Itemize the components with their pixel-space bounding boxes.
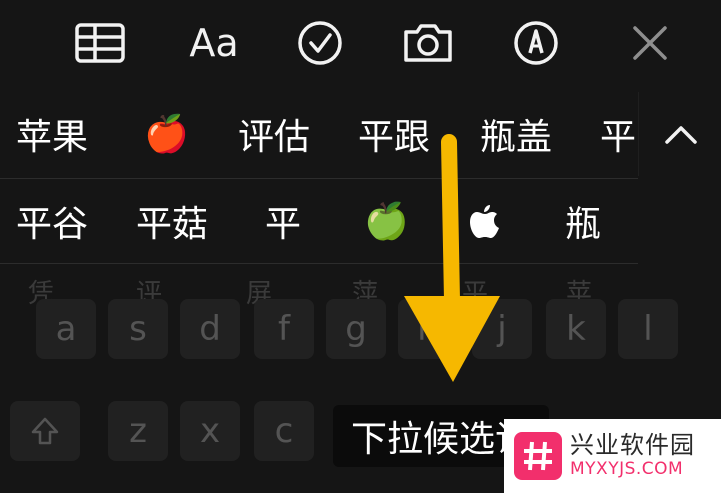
camera-icon[interactable] xyxy=(400,18,456,68)
keyboard-toolbar: Aa xyxy=(0,0,721,86)
key-z[interactable]: z xyxy=(108,401,168,461)
candidate-item[interactable]: 瓶 xyxy=(565,195,601,247)
watermark: 兴业软件园 MYXYJS.COM xyxy=(504,419,721,493)
candidate-row-2: 平谷 平菇 平 🍏 瓶 xyxy=(0,178,638,264)
candidate-item[interactable]: 🍏 xyxy=(364,200,409,242)
candidate-item[interactable]: 平谷 xyxy=(16,195,88,247)
key-c[interactable]: c xyxy=(254,401,314,461)
watermark-title: 兴业软件园 xyxy=(570,430,695,459)
key-s[interactable]: s xyxy=(108,299,168,359)
key-g[interactable]: g xyxy=(326,299,386,359)
key-h[interactable]: h xyxy=(398,299,458,359)
candidate-item[interactable]: 平 xyxy=(600,108,636,160)
key-d[interactable]: d xyxy=(180,299,240,359)
candidate-item[interactable]: 平菇 xyxy=(136,195,208,247)
markup-icon[interactable] xyxy=(508,18,564,68)
candidate-row-1: 苹果 🍎 评估 平跟 瓶盖 平 xyxy=(0,92,638,176)
candidate-item[interactable]: 平跟 xyxy=(358,108,430,160)
candidate-item[interactable]: 评估 xyxy=(238,108,310,160)
candidate-item[interactable]: 🍎 xyxy=(144,113,189,155)
candidate-item[interactable]: 苹果 xyxy=(16,108,88,160)
watermark-logo-icon xyxy=(514,432,562,480)
table-icon[interactable] xyxy=(72,18,128,68)
text-format-icon[interactable]: Aa xyxy=(186,18,242,68)
apple-logo-icon[interactable] xyxy=(470,203,500,248)
candidate-item[interactable]: 平 xyxy=(265,195,301,247)
candidate-item[interactable]: 瓶盖 xyxy=(480,108,552,160)
key-a[interactable]: a xyxy=(36,299,96,359)
shift-icon xyxy=(31,417,59,445)
key-x[interactable]: x xyxy=(180,401,240,461)
key-f[interactable]: f xyxy=(254,299,314,359)
checklist-icon[interactable] xyxy=(292,18,348,68)
key-l[interactable]: l xyxy=(618,299,678,359)
close-icon[interactable] xyxy=(622,18,678,68)
chevron-up-icon xyxy=(664,126,697,144)
key-j[interactable]: j xyxy=(472,299,532,359)
shift-key[interactable] xyxy=(10,401,80,461)
watermark-url: MYXYJS.COM xyxy=(570,459,684,480)
collapse-candidates-button[interactable] xyxy=(638,92,721,176)
key-k[interactable]: k xyxy=(546,299,606,359)
